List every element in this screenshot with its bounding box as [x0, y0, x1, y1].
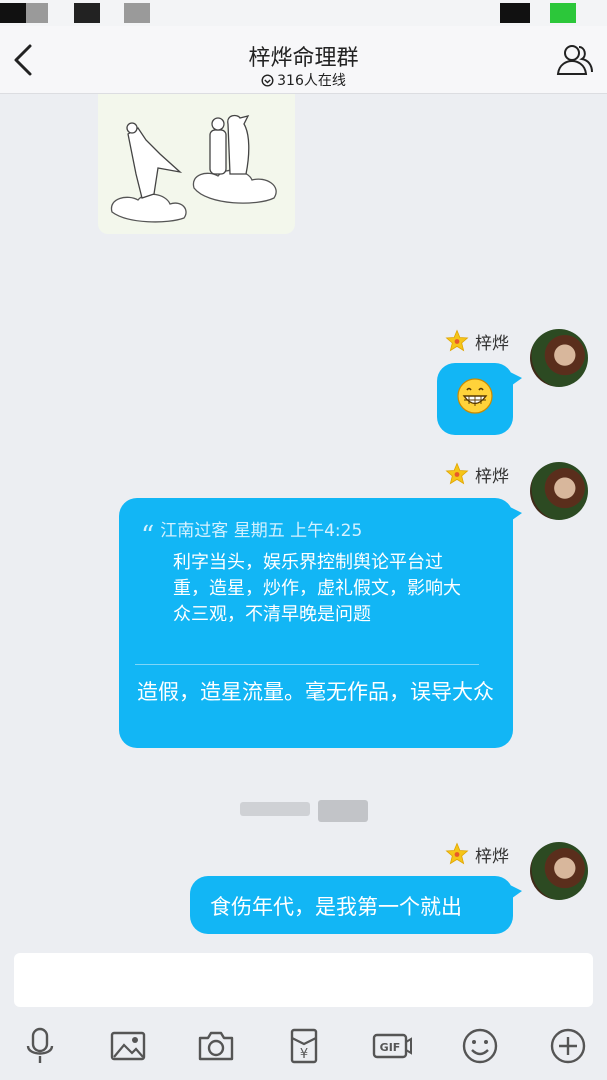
avatar[interactable]	[530, 462, 588, 520]
status-block	[26, 3, 48, 23]
quote-divider	[135, 664, 479, 665]
bubble-tail	[508, 884, 522, 901]
sticker-image[interactable]	[98, 94, 295, 234]
quote-author: 江南过客	[160, 521, 229, 541]
status-bar	[0, 0, 607, 26]
grinning-face-icon	[457, 378, 493, 414]
star-badge-icon	[445, 329, 469, 352]
message-bubble[interactable]	[437, 363, 522, 435]
sender-name: 梓烨	[445, 329, 509, 354]
quote-header: “江南过客 星期五 上午4:25	[141, 516, 362, 551]
svg-text:GIF: GIF	[380, 1041, 401, 1054]
emoji-icon[interactable]	[460, 1026, 500, 1066]
star-badge-icon	[445, 842, 469, 865]
plus-icon[interactable]	[548, 1026, 588, 1066]
message-input[interactable]	[14, 953, 593, 1007]
sender-name-text: 梓烨	[475, 333, 509, 354]
online-status-icon	[261, 74, 274, 87]
gif-icon[interactable]: GIF	[372, 1026, 412, 1066]
input-toolbar: ¥ GIF	[0, 1018, 607, 1080]
avatar[interactable]	[530, 329, 588, 387]
quoted-message-text: 利字当头，娱乐界控制舆论平台过重，造星，炒作，虚礼假文，影响大众三观，不清早晚是…	[173, 552, 461, 625]
sender-name: 梓烨	[445, 462, 509, 487]
camera-icon[interactable]	[196, 1026, 236, 1066]
group-members-icon[interactable]	[555, 42, 595, 78]
battery-icon	[550, 3, 576, 23]
sender-name: 梓烨	[445, 842, 509, 867]
chat-header: 梓烨命理群 316人在线	[0, 26, 607, 94]
bubble-tail	[508, 371, 522, 388]
star-badge-icon	[445, 462, 469, 485]
sender-name-text: 梓烨	[475, 466, 509, 487]
quote-mark-icon: “	[141, 521, 155, 551]
red-packet-icon[interactable]: ¥	[284, 1026, 324, 1066]
group-title: 梓烨命理群	[248, 46, 359, 71]
reply-message-bubble[interactable]: “江南过客 星期五 上午4:25 利字当头，娱乐界控制舆论平台过重，造星，炒作，…	[119, 498, 522, 748]
status-block	[0, 3, 26, 23]
quote-time: 星期五 上午4:25	[233, 521, 363, 541]
image-icon[interactable]	[108, 1026, 148, 1066]
status-block	[500, 3, 530, 23]
message-bubble[interactable]: 食伤年代，是我第一个就出	[190, 876, 522, 934]
reply-text: 造假，造星流量。毫无作品，误导大众	[137, 680, 494, 704]
svg-text:¥: ¥	[300, 1047, 308, 1062]
online-count: 316人在线	[0, 70, 607, 90]
message-text: 食伤年代，是我第一个就出	[210, 895, 462, 919]
time-divider-blurred	[0, 800, 607, 822]
sender-name-text: 梓烨	[475, 846, 509, 867]
status-block	[124, 3, 150, 23]
status-block	[74, 3, 100, 23]
online-count-text: 316人在线	[277, 73, 346, 89]
microphone-icon[interactable]	[20, 1026, 60, 1066]
bubble-tail	[508, 506, 522, 523]
avatar[interactable]	[530, 842, 588, 900]
cartoon-sticker-icon	[110, 114, 277, 223]
